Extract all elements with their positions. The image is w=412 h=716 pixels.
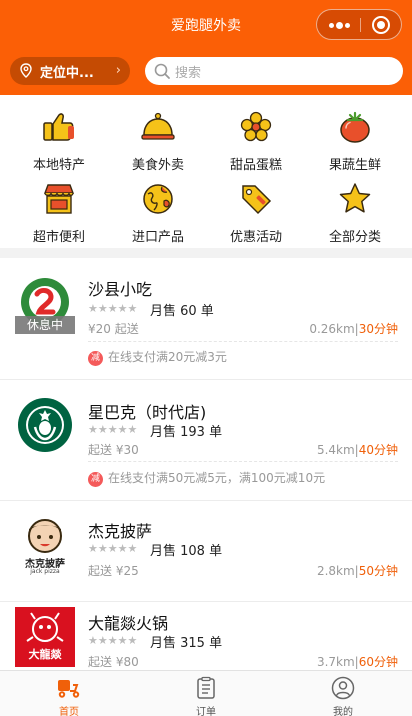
order-list-icon (197, 676, 215, 699)
distance: 3.7km (316, 655, 355, 669)
distance: 5.4km (316, 443, 355, 457)
globe-icon (143, 184, 173, 214)
min-order: 起送 ¥30 (88, 443, 139, 457)
row-divider (0, 601, 412, 602)
scooter-icon (58, 680, 80, 698)
rating-stars: ★★★★★ (88, 634, 138, 647)
search-bar[interactable]: 搜索 (145, 57, 403, 85)
dashed-divider (88, 461, 398, 462)
category-label: 美食外卖 (131, 158, 184, 173)
monthly-sales: 月售 193 单 (150, 425, 223, 440)
location-label: 定位中... (40, 66, 94, 81)
min-order: 起送 ¥25 (88, 564, 139, 578)
capsule-divider (360, 18, 361, 32)
category-label: 本地特产 (32, 158, 85, 173)
star-icon (339, 183, 371, 213)
dashed-divider (88, 341, 398, 342)
store-card[interactable]: 星巴克（时代店) ★★★★★ 月售 193 单 起送 ¥30 5.4km|40分… (0, 381, 412, 501)
tab-profile[interactable]: 我的 (274, 671, 412, 716)
category-food-delivery[interactable]: 美食外卖 (108, 105, 208, 173)
search-icon (154, 63, 170, 79)
tab-home[interactable]: 首页 (0, 671, 138, 716)
category-label: 全部分类 (328, 230, 381, 245)
delivery-time: 60分钟 (358, 655, 398, 669)
promo-text: 在线支付满20元减3元 (108, 350, 227, 364)
category-local-specialty[interactable]: 本地特产 (9, 105, 109, 173)
discount-tag-icon: 减 (88, 472, 103, 487)
location-selector[interactable]: 定位中... › (10, 57, 130, 85)
store-logo-starbucks (15, 395, 75, 455)
distance-time: 0.26km|30分钟 (309, 322, 398, 336)
chevron-right-icon: › (115, 63, 121, 78)
rating-stars: ★★★★★ (88, 542, 138, 555)
store-card[interactable]: 休息中 沙县小吃 ★★★★★ 月售 60 单 ¥20 起送 0.26km|30分… (0, 262, 412, 380)
monthly-sales: 月售 60 单 (150, 304, 214, 319)
store-card[interactable]: 大龍燚 大龍燚火锅 ★★★★★ 月售 315 单 起送 ¥80 3.7km|60… (0, 603, 412, 670)
store-name: 星巴克（时代店) (88, 403, 207, 422)
store-name: 沙县小吃 (88, 280, 153, 299)
more-icon[interactable] (329, 22, 351, 29)
store-name: 杰克披萨 (88, 522, 153, 541)
row-divider (0, 379, 412, 380)
delivery-time: 30分钟 (358, 322, 398, 336)
distance-time: 3.7km|60分钟 (316, 655, 398, 669)
tab-orders[interactable]: 订单 (137, 671, 275, 716)
store-card[interactable]: 杰克披萨 jack pizza 杰克披萨 ★★★★★ 月售 108 单 起送 ¥… (0, 502, 412, 602)
tab-label: 我的 (333, 707, 353, 716)
category-label: 超市便利 (32, 230, 85, 245)
rating-stars: ★★★★★ (88, 423, 138, 436)
promo-text: 在线支付满50元减5元，满100元减10元 (108, 471, 326, 485)
store-logo-dalongyi: 大龍燚 (15, 607, 75, 667)
miniapp-capsule (316, 9, 402, 40)
category-label: 进口产品 (131, 230, 184, 245)
category-label: 甜品蛋糕 (229, 158, 282, 173)
store-status-badge: 休息中 (15, 316, 75, 334)
row-divider (0, 500, 412, 501)
tab-label: 首页 (59, 707, 79, 716)
category-imported[interactable]: 进口产品 (108, 177, 208, 245)
location-pin-icon (20, 63, 32, 78)
user-icon (331, 676, 355, 700)
distance: 0.26km (309, 322, 355, 336)
category-label: 优惠活动 (229, 230, 282, 245)
category-promotions[interactable]: 优惠活动 (206, 177, 306, 245)
category-fresh-produce[interactable]: 果蔬生鲜 (305, 105, 405, 173)
min-order: ¥20 起送 (88, 322, 139, 336)
search-placeholder: 搜索 (175, 66, 202, 81)
category-label: 果蔬生鲜 (328, 158, 381, 173)
close-miniapp-icon[interactable] (372, 16, 390, 34)
store-icon (43, 184, 75, 214)
category-all[interactable]: 全部分类 (305, 177, 405, 245)
min-order: 起送 ¥80 (88, 655, 139, 669)
delivery-time: 50分钟 (358, 564, 398, 578)
monthly-sales: 月售 315 单 (150, 636, 223, 651)
promo-line: 减在线支付满50元减5元，满100元减10元 (88, 469, 325, 487)
distance-time: 5.4km|40分钟 (316, 443, 398, 457)
category-grid: 本地特产 美食外卖 甜品蛋糕 果蔬生鲜 超市便利 进口产品 优惠活动 全部分类 (0, 100, 412, 245)
price-tag-icon (242, 185, 272, 215)
logo-subtext: jack pizza (30, 568, 60, 575)
tomato-icon (340, 111, 370, 143)
flower-icon (240, 111, 272, 142)
thumbs-up-icon (43, 113, 74, 141)
store-logo-jack-pizza: 杰克披萨 jack pizza (15, 516, 75, 576)
top-header: 爱跑腿外卖 定位中... › 搜索 (0, 0, 412, 95)
category-supermarket[interactable]: 超市便利 (9, 177, 109, 245)
distance: 2.8km (316, 564, 355, 578)
discount-tag-icon: 减 (88, 351, 103, 366)
logo-text: 大龍燚 (28, 648, 62, 661)
bottom-tab-bar: 首页 订单 我的 (0, 670, 412, 716)
category-desserts[interactable]: 甜品蛋糕 (206, 105, 306, 173)
promo-line: 减在线支付满20元减3元 (88, 348, 227, 366)
food-cloche-icon (141, 112, 175, 140)
store-name: 大龍燚火锅 (88, 614, 169, 633)
distance-time: 2.8km|50分钟 (316, 564, 398, 578)
tab-label: 订单 (196, 707, 216, 716)
rating-stars: ★★★★★ (88, 302, 138, 315)
monthly-sales: 月售 108 单 (150, 544, 223, 559)
section-divider (0, 248, 412, 258)
delivery-time: 40分钟 (358, 443, 398, 457)
